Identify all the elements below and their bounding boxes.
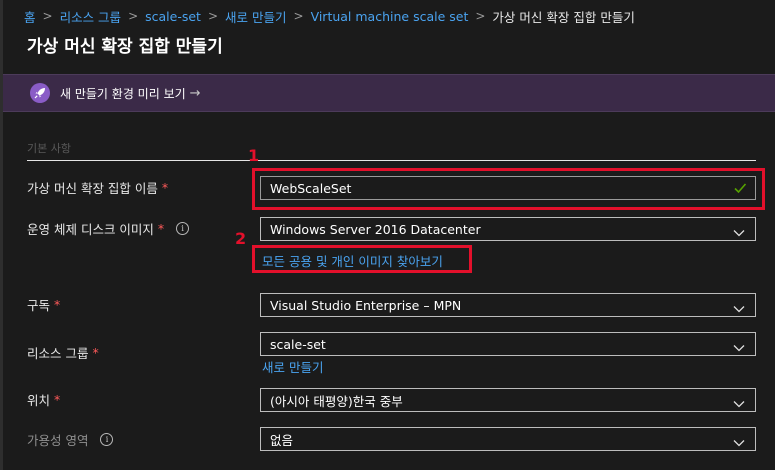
breadcrumb-separator: > bbox=[293, 9, 304, 23]
required-marker: * bbox=[54, 392, 61, 407]
name-label: 가상 머신 확장 집합 이름 * bbox=[27, 178, 168, 197]
availability-zone-label: 가용성 영역 i bbox=[27, 430, 114, 449]
create-resource-group-link[interactable]: 새로 만들기 bbox=[262, 357, 323, 376]
chevron-down-icon bbox=[733, 340, 745, 355]
section-divider bbox=[27, 160, 756, 161]
availability-zone-value: 없음 bbox=[270, 432, 294, 448]
required-marker: * bbox=[92, 345, 99, 360]
resource-group-value: scale-set bbox=[270, 336, 326, 352]
os-image-select[interactable]: Windows Server 2016 Datacenter bbox=[260, 217, 756, 241]
scale-set-name-input[interactable]: WebScaleSet bbox=[260, 176, 756, 200]
subscription-label-text: 구독 bbox=[27, 298, 51, 313]
breadcrumb: 홈 > 리소스 그룹 > scale-set > 새로 만들기 > Virtua… bbox=[24, 6, 635, 26]
resource-group-label: 리소스 그룹 * bbox=[27, 343, 99, 362]
location-label-text: 위치 bbox=[27, 393, 51, 408]
banner-text: 새 만들기 환경 미리 보기 bbox=[60, 86, 186, 101]
breadcrumb-scale-set[interactable]: scale-set bbox=[145, 9, 201, 24]
breadcrumb-separator: > bbox=[475, 9, 486, 23]
subscription-label: 구독 * bbox=[27, 295, 60, 314]
required-marker: * bbox=[157, 221, 165, 236]
chevron-down-icon bbox=[733, 396, 745, 411]
availability-zone-label-text: 가용성 영역 bbox=[27, 433, 89, 448]
annotation-marker-2: 2 bbox=[235, 229, 247, 248]
resource-group-label-text: 리소스 그룹 bbox=[27, 346, 89, 361]
chevron-down-icon bbox=[733, 301, 745, 316]
breadcrumb-separator: > bbox=[128, 9, 139, 23]
info-icon[interactable]: i bbox=[100, 433, 114, 446]
location-label: 위치 * bbox=[27, 390, 60, 409]
info-icon[interactable]: i bbox=[176, 222, 190, 235]
breadcrumb-separator: > bbox=[42, 9, 53, 23]
preview-banner[interactable]: 새 만들기 환경 미리 보기 → bbox=[3, 74, 775, 112]
arrow-right-icon: → bbox=[189, 85, 201, 101]
os-image-label: 운영 체제 디스크 이미지 * i bbox=[27, 219, 190, 238]
breadcrumb-current: 가상 머신 확장 집합 만들기 bbox=[492, 9, 635, 25]
browse-images-link[interactable]: 모든 공용 및 개인 이미지 찾아보기 bbox=[262, 251, 443, 270]
breadcrumb-home[interactable]: 홈 bbox=[24, 7, 36, 26]
location-select[interactable]: (아시아 태평양)한국 중부 bbox=[260, 388, 756, 412]
breadcrumb-separator: > bbox=[207, 9, 219, 23]
rocket-icon bbox=[30, 83, 50, 103]
page-title: 가상 머신 확장 집합 만들기 bbox=[27, 37, 223, 57]
page-left-border bbox=[0, 0, 3, 470]
scale-set-name-value: WebScaleSet bbox=[270, 180, 352, 196]
name-label-text: 가상 머신 확장 집합 이름 bbox=[27, 181, 158, 196]
chevron-down-icon bbox=[733, 225, 745, 240]
breadcrumb-vmss[interactable]: Virtual machine scale set bbox=[311, 9, 469, 24]
os-image-label-text: 운영 체제 디스크 이미지 bbox=[27, 222, 154, 237]
availability-zone-select[interactable]: 없음 bbox=[260, 427, 756, 451]
resource-group-select[interactable]: scale-set bbox=[260, 332, 756, 356]
subscription-select[interactable]: Visual Studio Enterprise – MPN bbox=[260, 293, 756, 317]
section-label: 기본 사항 bbox=[27, 142, 71, 155]
required-marker: * bbox=[161, 180, 169, 195]
location-value: (아시아 태평양)한국 중부 bbox=[270, 393, 403, 409]
chevron-down-icon bbox=[733, 435, 745, 450]
breadcrumb-resource-groups[interactable]: 리소스 그룹 bbox=[60, 7, 121, 26]
required-marker: * bbox=[54, 297, 61, 312]
checkmark-icon bbox=[733, 181, 747, 198]
annotation-marker-1: 1 bbox=[248, 146, 260, 165]
subscription-value: Visual Studio Enterprise – MPN bbox=[270, 297, 462, 313]
os-image-value: Windows Server 2016 Datacenter bbox=[270, 221, 481, 237]
breadcrumb-create-new[interactable]: 새로 만들기 bbox=[225, 7, 286, 26]
